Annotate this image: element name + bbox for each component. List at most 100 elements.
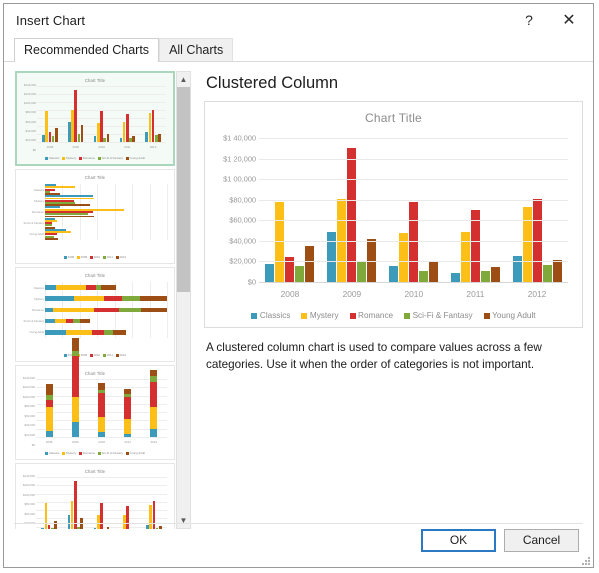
mini-bar <box>132 136 135 142</box>
bar <box>327 231 337 282</box>
legend-item: Romance <box>349 311 393 320</box>
gridline <box>259 138 568 139</box>
mini-legend: Classics Mystery Romance Sci-Fi & Fantasy Yo… <box>19 451 171 455</box>
bar <box>480 270 490 282</box>
tab-strip: Recommended Charts All Charts <box>4 36 593 63</box>
tab-all-charts[interactable]: All Charts <box>159 38 234 62</box>
bar <box>295 265 305 282</box>
gallery-scrollbar[interactable]: ▲ ▼ <box>176 71 191 529</box>
bar <box>512 256 522 282</box>
mini-plot-area <box>45 184 168 240</box>
mini-legend-item: 2011 <box>103 353 113 357</box>
gridline <box>259 261 568 263</box>
legend-item: Mystery <box>301 311 339 320</box>
mini-bar <box>45 237 58 240</box>
y-axis-tick-label: $1 00,000 <box>223 174 256 184</box>
mini-chart: $140,000 $120,000 $100,000 $80,000 $60,000 $4… <box>19 337 171 446</box>
gridline <box>259 158 568 160</box>
bar <box>490 266 500 282</box>
legend-swatch <box>301 312 308 319</box>
mini-rows <box>45 184 167 240</box>
mini-plot-area: 20082009201020112012 <box>36 337 167 444</box>
mini-y-label: $140,000 <box>23 82 36 87</box>
legend-item: Young Adult <box>483 311 536 320</box>
chart-bars <box>259 138 568 282</box>
chart-thumbnail-list[interactable]: Chart Title $140,000 $120,000 $100,000 $80,0… <box>15 71 175 529</box>
y-axis-tick-label: $0 <box>247 277 256 287</box>
mini-chart: Classics Mystery Romance Sci-Fi & Fantasy Yo… <box>19 182 171 249</box>
chart-thumbnail-clustered-bar[interactable]: Chart Title Classics Mystery Romance Sci-Fi … <box>15 169 175 264</box>
cancel-button[interactable]: Cancel <box>504 528 579 552</box>
mini-legend-item: Sci-Fi & Fantasy <box>98 451 123 455</box>
scrollbar-track[interactable] <box>177 87 190 513</box>
mini-legend-item: 2011 <box>103 255 113 259</box>
scrollbar-thumb[interactable] <box>177 87 190 292</box>
mini-y-label: $120,000 <box>22 483 35 488</box>
x-axis-tick-label: 2009 <box>342 289 362 299</box>
mini-row <box>45 285 167 290</box>
dialog-title: Insert Chart <box>16 12 86 28</box>
mini-bar <box>80 125 84 142</box>
tab-recommended-charts[interactable]: Recommended Charts <box>14 38 160 63</box>
chart-thumbnail-stacked-column[interactable]: Chart Title $140,000 $120,000 $100,000 $80,0… <box>15 337 175 460</box>
legend-swatch <box>251 312 258 319</box>
mini-legend: 20082009201020112012 <box>19 255 171 259</box>
ok-button[interactable]: OK <box>421 528 496 552</box>
legend-swatch <box>349 312 356 319</box>
legend-label: Sci-Fi & Fantasy <box>412 311 473 320</box>
thumbnail-content: Chart Title Classics Mystery Romance Sci-Fi … <box>19 271 171 358</box>
mini-row <box>45 195 167 207</box>
resize-grip[interactable] <box>580 555 590 565</box>
mini-gridline <box>167 282 168 338</box>
mini-bar-group <box>124 379 132 437</box>
help-icon[interactable]: ? <box>509 5 549 36</box>
mini-y-label: $40,000 <box>24 423 35 428</box>
y-axis-tick-label: $40,000 <box>229 236 256 246</box>
mini-chart: $140,000 $120,000 $100,000 $80,000 $60,000 $4… <box>20 82 170 152</box>
chart-plot-area <box>259 138 568 283</box>
dialog-footer: OK Cancel <box>4 519 593 567</box>
chart-thumbnail-stacked-bar[interactable]: Chart Title Classics Mystery Romance Sci-Fi … <box>15 267 175 362</box>
chart-x-axis-labels: 2008 2009 2010 2011 2012 <box>259 289 568 299</box>
mini-plot-area <box>45 282 168 338</box>
bar <box>305 246 315 282</box>
mini-bar-group <box>71 337 79 437</box>
mini-gridline <box>167 184 168 240</box>
mini-y-label: $100,000 <box>22 394 35 399</box>
mini-legend-item: Mystery <box>62 451 76 455</box>
chart-title: Chart Title <box>365 111 422 125</box>
gridline <box>259 240 568 242</box>
mini-legend-item: Young Adult <box>125 451 145 455</box>
mini-bar-group <box>45 379 53 437</box>
mini-gridline <box>37 142 166 143</box>
thumbnail-chart-title: Chart Title <box>84 371 106 376</box>
mini-y-label: $140,000 <box>22 473 35 478</box>
mini-bar-group <box>42 86 58 142</box>
chart-thumbnail-clustered-column[interactable]: Chart Title $140,000 $120,000 $100,000 $80,0… <box>15 71 175 166</box>
mini-row <box>45 318 167 324</box>
x-axis-tick-label: 2012 <box>527 289 547 299</box>
thumbnail-chart-title: Chart Title <box>84 273 106 278</box>
mini-plot-area: 20082009201020112012 <box>37 86 166 149</box>
legend-swatch <box>404 312 411 319</box>
gridline <box>259 199 568 201</box>
y-axis-tick-label: $1 40,000 <box>223 133 256 143</box>
chart-description: A clustered column chart is used to comp… <box>206 341 542 371</box>
mini-y-label: $0 <box>32 147 36 152</box>
bar <box>542 264 552 282</box>
mini-bar-group <box>119 86 135 142</box>
mini-y-label: $60,000 <box>24 511 35 516</box>
bar <box>275 201 285 282</box>
mini-bars <box>37 86 166 142</box>
thumbnail-content: Chart Title $140,000 $120,000 $100,000 $80,0… <box>20 76 170 161</box>
legend-label: Young Adult <box>492 311 536 320</box>
tab-all-charts-label: All Charts <box>169 43 224 57</box>
scroll-up-icon[interactable]: ▲ <box>177 72 190 87</box>
mini-y-labels: Classics Mystery Romance Sci-Fi & Fantasy Yo… <box>23 285 44 335</box>
mini-bars <box>36 337 167 437</box>
mini-legend-item: 2012 <box>115 255 126 259</box>
close-icon[interactable]: ✕ <box>549 5 593 36</box>
bar-group <box>265 138 315 282</box>
chart-preview-panel: Clustered Column Chart Title $0 $20,000 $4… <box>192 70 583 519</box>
insert-chart-dialog: Insert Chart ? ✕ Recommended Charts All … <box>3 3 594 568</box>
